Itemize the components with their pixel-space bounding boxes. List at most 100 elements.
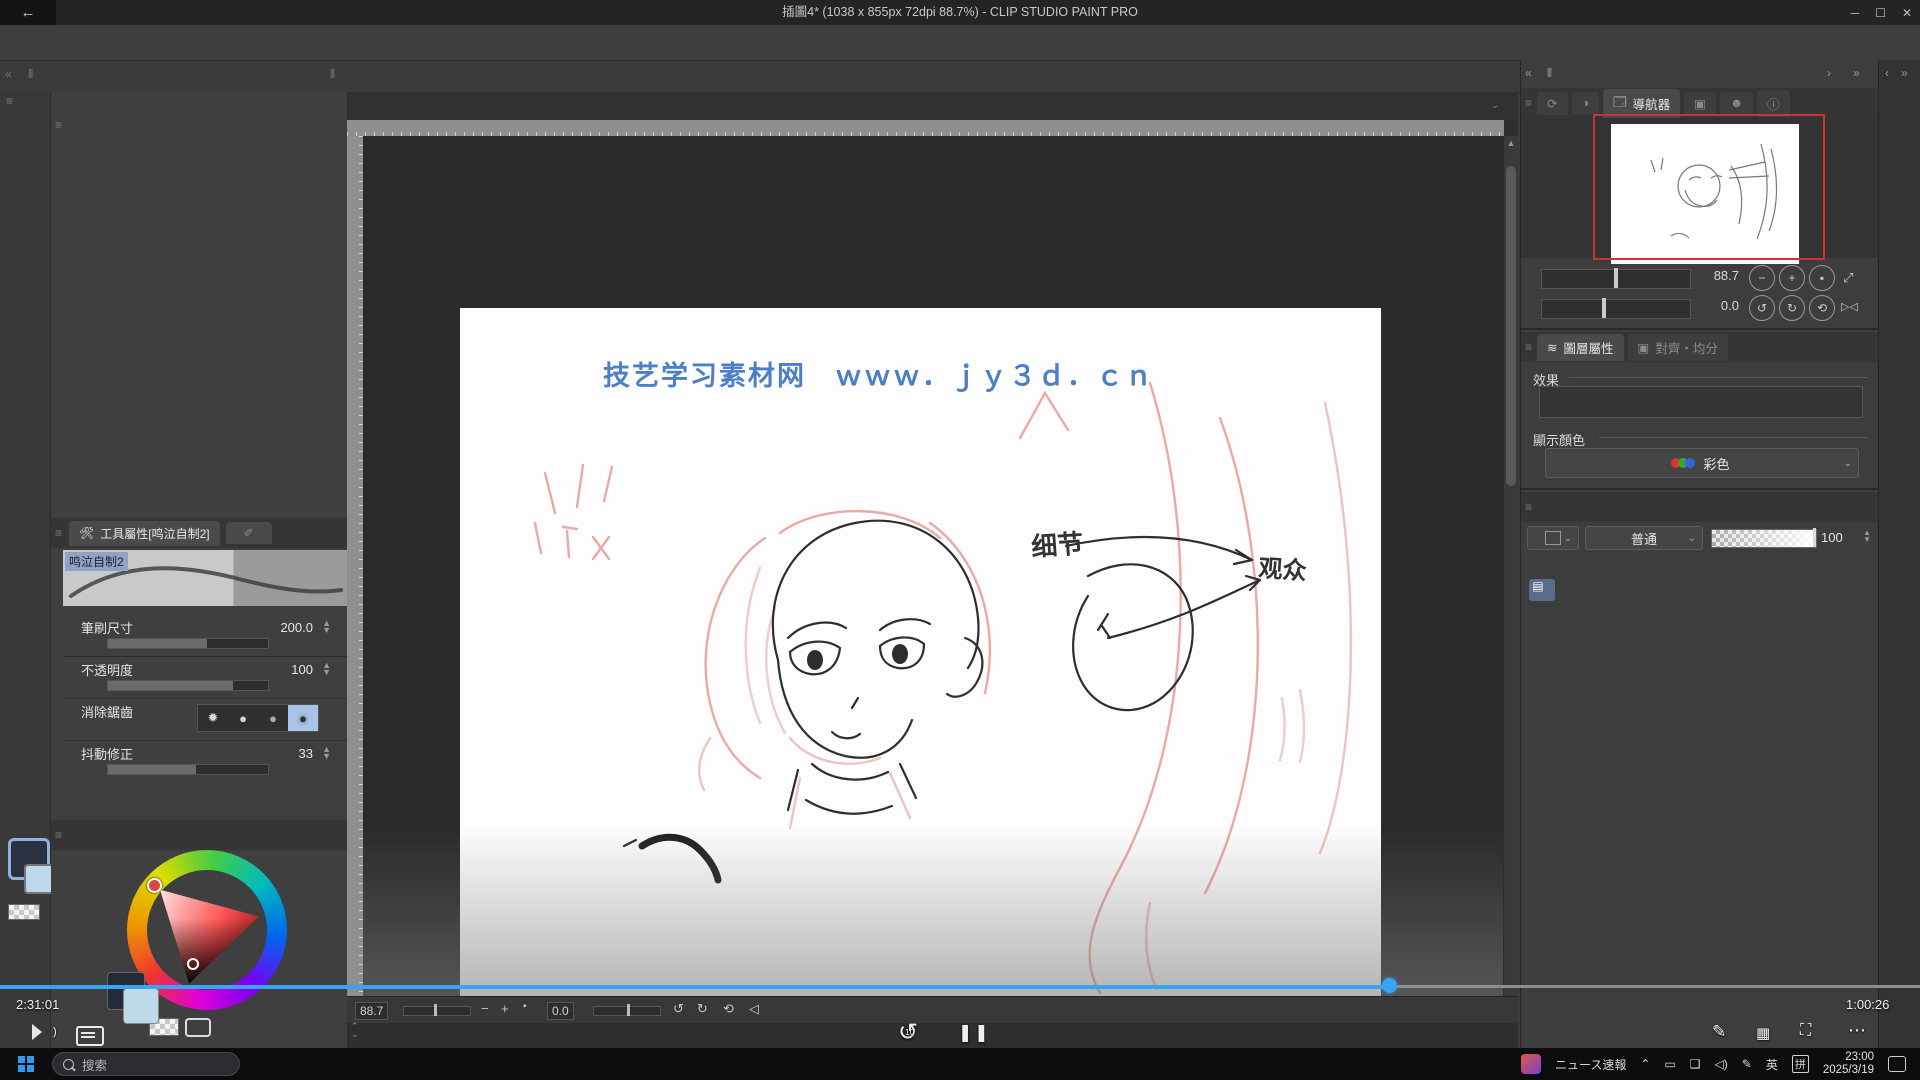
news-label[interactable]: ニュース速報 — [1555, 1056, 1626, 1073]
drag-handle-icon[interactable]: ⫴ — [28, 67, 34, 82]
collapse-left-icon[interactable]: « — [5, 67, 13, 81]
keyboard-icon[interactable]: ▦ — [1756, 1024, 1770, 1042]
canvas-viewport[interactable]: 细节 观众 技艺学习素材网 ｗｗｗ．ｊｙ３ｄ．ｃｎ — [363, 136, 1503, 996]
sv-selector-icon[interactable] — [187, 958, 199, 970]
transparent-color-swatch[interactable] — [8, 904, 40, 920]
nav-zoom-fit-icon[interactable]: ▪ — [1809, 265, 1835, 291]
volume-tray-icon[interactable]: ◁) — [1715, 1057, 1728, 1071]
zoom-reset-icon[interactable]: ▪ — [523, 1001, 527, 1012]
brush-size-stepper[interactable]: ▲▼ — [322, 620, 331, 634]
antialias-strong-icon[interactable]: ● — [288, 705, 318, 731]
tab-brush-detail[interactable]: ✐ — [226, 522, 272, 544]
tab-tool-property[interactable]: 🛠工具屬性[鸣泣自制2] — [69, 521, 220, 546]
pen-tray-icon[interactable]: ✎ — [1742, 1057, 1752, 1071]
rotation-reset-icon[interactable]: ⟲ — [723, 1001, 734, 1017]
canvas-zoom-value[interactable]: 88.7 — [355, 1002, 388, 1020]
document-canvas[interactable]: 细节 观众 — [460, 308, 1381, 996]
navigator-rotation-slider[interactable] — [1541, 299, 1691, 319]
more-options-icon[interactable]: ⋯ — [1848, 1020, 1866, 1041]
layer-opacity-value[interactable]: 100 — [1821, 530, 1843, 545]
hue-selector-icon[interactable] — [147, 878, 162, 893]
volume-icon[interactable]: ) — [32, 1024, 57, 1040]
zoom-in-icon[interactable]: + — [501, 1001, 509, 1016]
nav-zoom-in-icon[interactable]: + — [1779, 265, 1805, 291]
vertical-scrollbar[interactable]: ▲ — [1504, 136, 1518, 996]
scroll-up-icon[interactable]: ▲ — [1504, 136, 1518, 150]
antialias-none-icon[interactable]: ✹ — [198, 705, 228, 731]
nav-zoom-out-icon[interactable]: − — [1749, 265, 1775, 291]
maximize-button[interactable]: ☐ — [1875, 6, 1886, 20]
tab-pose[interactable]: ☻ — [1720, 92, 1753, 114]
stabilization-stepper[interactable]: ▲▼ — [322, 746, 331, 760]
drag-handle-icon[interactable]: ⫴ — [330, 67, 336, 82]
navigator-menu-icon[interactable]: ≡ — [1525, 96, 1533, 110]
layer-property-menu-icon[interactable]: ≡ — [1525, 340, 1533, 354]
tab-quick-access[interactable]: ⟳ — [1537, 92, 1567, 115]
tab-information-icon[interactable]: ⓘ — [1757, 90, 1790, 117]
collapse-panels-icon[interactable]: « — [1525, 66, 1532, 80]
layer-list-view-icon[interactable]: ▤ — [1529, 579, 1555, 601]
video-progress-handle[interactable] — [1382, 978, 1397, 993]
ime-language[interactable]: 英 — [1766, 1056, 1778, 1073]
opacity-stepper[interactable]: ▲▼ — [322, 662, 331, 676]
tab-align-distribute[interactable]: ▣對齊・均分 — [1628, 334, 1728, 361]
canvas-rotation-value[interactable]: 0.0 — [547, 1002, 574, 1020]
close-button[interactable]: ✕ — [1902, 6, 1912, 20]
color-panel-menu-icon[interactable]: ≡ — [55, 828, 63, 842]
layer-opacity-slider[interactable] — [1711, 529, 1817, 548]
news-icon[interactable] — [1521, 1054, 1541, 1074]
rotate-left-icon[interactable]: ↺ — [673, 1001, 684, 1017]
panel-last-icon[interactable]: » — [1853, 66, 1860, 80]
subtool-menu-icon[interactable]: ≡ — [55, 118, 63, 132]
tablet-mode-icon[interactable]: ▭ — [1664, 1057, 1675, 1071]
minimize-button[interactable]: ─ — [1851, 6, 1860, 20]
strip-last-icon[interactable]: » — [1901, 66, 1908, 80]
ime-mode[interactable]: 拼 — [1792, 1055, 1809, 1073]
zoom-out-icon[interactable]: − — [481, 1001, 489, 1016]
scrollbar-thumb[interactable] — [1506, 166, 1516, 486]
flip-horizontal-icon[interactable]: ◁ — [749, 1001, 759, 1017]
display-color-dropdown[interactable]: 彩色 ⌄ — [1545, 448, 1859, 478]
nav-rotate-right-icon[interactable]: ↻ — [1779, 295, 1805, 321]
layer-palette-menu-icon[interactable]: ≡ — [1525, 500, 1533, 514]
wheel-sub-color-swatch[interactable] — [123, 988, 159, 1024]
rotate-right-icon[interactable]: ↻ — [697, 1001, 708, 1017]
annotate-pencil-icon[interactable]: ✎ — [1712, 1022, 1726, 1042]
nav-rotate-left-icon[interactable]: ↺ — [1749, 295, 1775, 321]
panel-drag-handle-icon[interactable]: ⫴ — [1547, 66, 1552, 81]
tray-chevron-icon[interactable]: ⌃ — [1640, 1057, 1650, 1071]
tab-reference[interactable]: ▣ — [1684, 92, 1716, 115]
nav-rotate-reset-icon[interactable]: ⟲ — [1809, 295, 1835, 321]
palette-color-dropdown[interactable]: ⌄ — [1527, 526, 1579, 550]
subtitle-icon[interactable] — [76, 1026, 104, 1046]
fullscreen-icon[interactable]: ⛶ — [1800, 1022, 1811, 1040]
navigator-view-frame[interactable] — [1593, 114, 1825, 260]
blend-mode-dropdown[interactable]: 普通⌄ — [1585, 526, 1703, 550]
taskbar-search[interactable]: 搜索 — [52, 1052, 240, 1076]
tab-overflow-icon[interactable]: ⌄ — [1491, 100, 1500, 111]
antialias-middle-icon[interactable]: ● — [258, 705, 288, 731]
taskbar-clock[interactable]: 23:002025/3/19 — [1823, 1051, 1874, 1077]
navigator-zoom-slider[interactable] — [1541, 269, 1691, 289]
strip-prev-icon[interactable]: ‹ — [1885, 66, 1889, 80]
layer-opacity-stepper[interactable]: ▲▼ — [1863, 529, 1871, 543]
display-icon[interactable]: ❑ — [1690, 1057, 1701, 1071]
canvas-rotation-slider[interactable] — [593, 1006, 661, 1016]
tool-property-menu-icon[interactable]: ≡ — [55, 526, 63, 540]
toolbar-menu-icon[interactable]: ≡ — [6, 94, 14, 108]
nav-flip-horizontal-icon[interactable]: ▷◁ — [1841, 300, 1858, 313]
color-comment-icon[interactable] — [185, 1018, 211, 1037]
brush-size-slider[interactable] — [107, 638, 269, 649]
tab-layer-property[interactable]: ≋圖層屬性 — [1537, 334, 1624, 361]
sub-color-swatch[interactable] — [24, 864, 54, 894]
nav-flip-icon[interactable]: ⤢ — [1843, 270, 1853, 286]
tab-subview[interactable]: ◑ — [1572, 92, 1600, 114]
canvas-zoom-slider[interactable] — [403, 1006, 471, 1016]
opacity-slider[interactable] — [107, 680, 269, 691]
antialias-weak-icon[interactable]: ● — [228, 705, 258, 731]
notification-icon[interactable] — [1888, 1056, 1906, 1072]
panel-next-icon[interactable]: › — [1827, 66, 1831, 80]
stabilization-slider[interactable] — [107, 764, 269, 775]
pause-button[interactable]: ❚❚ — [958, 1023, 991, 1043]
start-button[interactable] — [18, 1056, 34, 1072]
